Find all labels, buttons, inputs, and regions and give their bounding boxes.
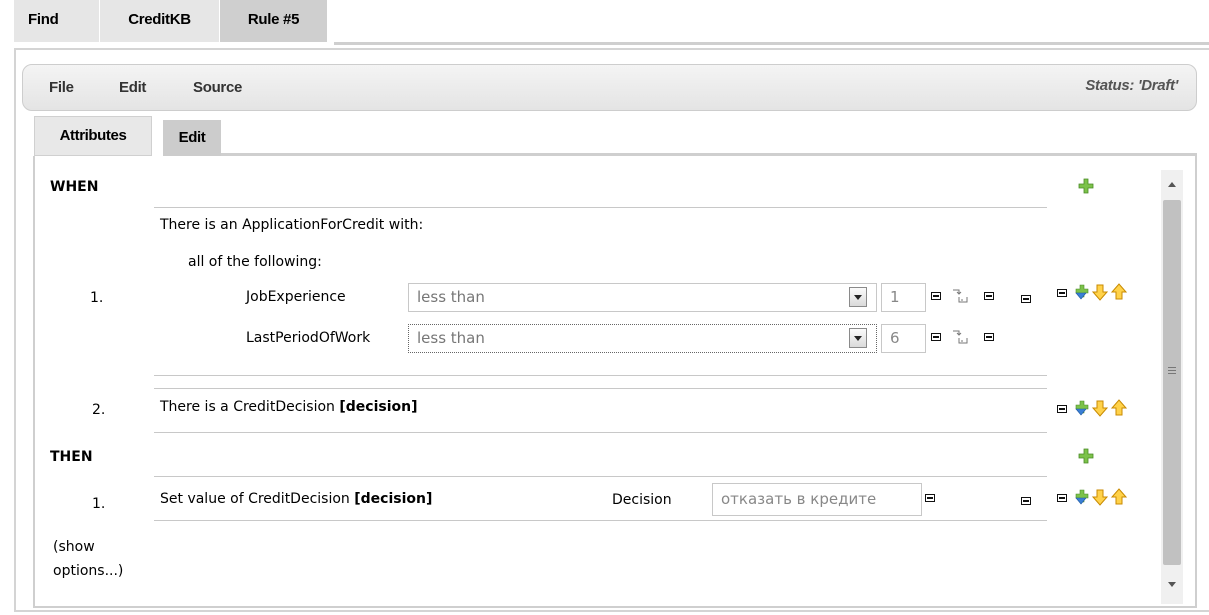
remove-square-icon[interactable] xyxy=(984,292,994,300)
arrow-down-icon[interactable] xyxy=(1091,283,1109,301)
arrow-up-icon[interactable] xyxy=(1110,399,1128,417)
decision-value-text: отказать в кредите xyxy=(721,490,877,508)
divider xyxy=(154,375,1047,376)
remove-square-icon[interactable] xyxy=(1021,295,1031,303)
add-action-icon[interactable] xyxy=(1078,448,1094,464)
condition-2-binding: [decision] xyxy=(339,399,418,415)
top-tab-bar: Find CreditKB Rule #5 xyxy=(14,0,328,42)
tab-rule-5[interactable]: Rule #5 xyxy=(220,0,328,42)
action-1-number: 1. xyxy=(92,496,106,512)
remove-square-icon[interactable] xyxy=(931,292,941,300)
field-lastperiodofwork: LastPeriodOfWork xyxy=(246,330,371,346)
show-options-link-line2[interactable]: options...) xyxy=(53,563,123,579)
menu-bar: File Edit Source Status: 'Draft' xyxy=(22,64,1197,111)
divider xyxy=(154,432,1047,433)
divider xyxy=(154,207,1047,208)
condition-1-number: 1. xyxy=(90,290,104,306)
insert-row-icon[interactable] xyxy=(1073,399,1091,417)
remove-square-icon[interactable] xyxy=(984,333,994,341)
action-1-field: Decision xyxy=(612,492,672,508)
menu-file[interactable]: File xyxy=(49,79,74,96)
tab-find[interactable]: Find xyxy=(14,0,100,42)
status-label: Status: 'Draft' xyxy=(1085,77,1178,94)
remove-square-icon[interactable] xyxy=(1021,497,1031,505)
tab-underline xyxy=(334,42,1209,45)
scroll-down-icon[interactable] xyxy=(1161,575,1183,595)
value-text: 1 xyxy=(890,288,900,306)
chevron-down-icon[interactable] xyxy=(849,328,867,348)
remove-square-icon[interactable] xyxy=(931,333,941,341)
operator-select-lastperiodofwork[interactable]: less than xyxy=(408,324,877,353)
then-label: THEN xyxy=(50,449,93,465)
tab-creditkb[interactable]: CreditKB xyxy=(100,0,220,42)
remove-square-icon[interactable] xyxy=(925,494,935,502)
action-1-binding: [decision] xyxy=(354,491,433,507)
decision-value-input[interactable]: отказать в кредите xyxy=(712,483,922,516)
operator-value: less than xyxy=(417,288,485,306)
insert-row-icon[interactable] xyxy=(1073,283,1091,301)
field-binding-icon[interactable] xyxy=(951,328,969,346)
grip-line xyxy=(1168,373,1176,374)
arrow-up-icon[interactable] xyxy=(1110,283,1128,301)
menu-edit[interactable]: Edit xyxy=(119,79,146,96)
value-input-jobexperience[interactable]: 1 xyxy=(881,283,926,312)
operator-select-jobexperience[interactable]: less than xyxy=(408,283,877,312)
value-text: 6 xyxy=(890,329,900,347)
arrow-up-icon[interactable] xyxy=(1110,488,1128,506)
scroll-thumb[interactable] xyxy=(1163,200,1181,565)
value-input-lastperiodofwork[interactable]: 6 xyxy=(881,324,926,353)
field-binding-icon[interactable] xyxy=(951,287,969,305)
vertical-scrollbar[interactable] xyxy=(1161,170,1183,604)
arrow-down-icon[interactable] xyxy=(1091,488,1109,506)
arrow-down-icon[interactable] xyxy=(1091,399,1109,417)
insert-row-icon[interactable] xyxy=(1073,488,1091,506)
remove-square-icon[interactable] xyxy=(1057,405,1067,413)
when-label: WHEN xyxy=(50,179,99,195)
tab-edit[interactable]: Edit xyxy=(163,120,221,156)
remove-square-icon[interactable] xyxy=(1057,494,1067,502)
chevron-down-icon[interactable] xyxy=(849,287,867,307)
menu-source[interactable]: Source xyxy=(193,79,242,96)
operator-value: less than xyxy=(417,329,485,347)
condition-1-group: all of the following: xyxy=(188,254,322,270)
condition-2-number: 2. xyxy=(92,402,106,418)
field-jobexperience: JobExperience xyxy=(246,289,346,305)
divider xyxy=(154,476,1047,477)
divider xyxy=(154,520,1047,521)
grip-line xyxy=(1168,367,1176,368)
tab-attributes[interactable]: Attributes xyxy=(34,116,152,156)
action-1-text: Set value of CreditDecision [decision] xyxy=(160,491,433,507)
divider xyxy=(154,388,1047,389)
remove-square-icon[interactable] xyxy=(1057,289,1067,297)
condition-1-text: There is an ApplicationForCredit with: xyxy=(160,217,424,233)
add-condition-icon[interactable] xyxy=(1078,178,1094,194)
condition-2-text: There is a CreditDecision [decision] xyxy=(160,399,418,415)
grip-line xyxy=(1168,370,1176,371)
show-options-link-line1[interactable]: (show xyxy=(53,539,95,555)
scroll-up-icon[interactable] xyxy=(1161,174,1183,194)
